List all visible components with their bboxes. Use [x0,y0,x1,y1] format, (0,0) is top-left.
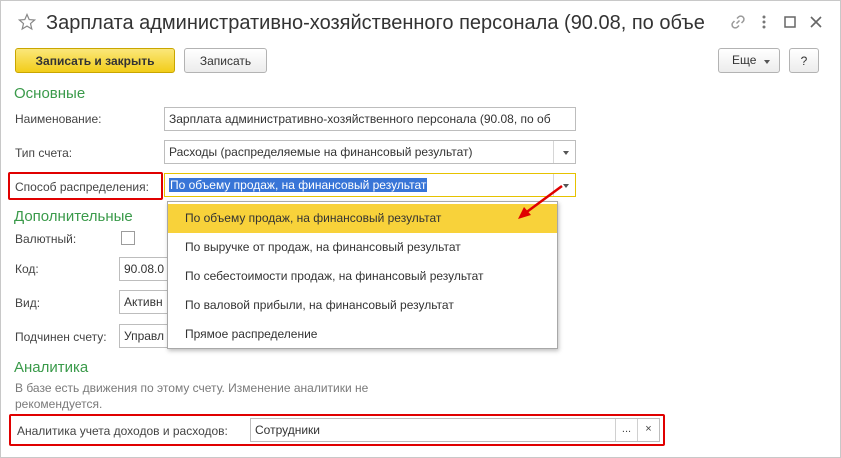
parent-label: Подчинен счету: [15,330,107,344]
favorite-star-icon[interactable] [18,13,36,31]
dropdown-item[interactable]: По объему продаж, на финансовый результа… [168,204,557,233]
currency-label: Валютный: [15,232,77,246]
account-type-select[interactable]: Расходы (распределяемые на финансовый ре… [164,140,576,164]
section-additional-title: Дополнительные [14,208,133,225]
maximize-icon[interactable] [782,14,798,30]
section-analytics-title: Аналитика [14,359,89,376]
distribution-value: По объему продаж, на финансовый результа… [169,178,428,192]
code-label: Код: [15,262,39,276]
analytics-clear-button[interactable]: × [637,419,659,441]
analytics-input[interactable]: Сотрудники ... × [250,418,660,442]
more-button[interactable]: Еще [718,48,780,73]
save-button[interactable]: Записать [184,48,267,73]
distribution-label: Способ распределения: [15,180,149,194]
dropdown-item[interactable]: По себестоимости продаж, на финансовый р… [168,262,557,291]
window-title: Зарплата административно-хозяйственного … [46,12,706,34]
section-main-title: Основные [14,85,86,102]
analytics-hint: В базе есть движения по этому счету. Изм… [15,381,369,411]
title-bar: Зарплата административно-хозяйственного … [0,0,841,44]
analytics-label: Аналитика учета доходов и расходов: [17,424,228,438]
chevron-down-icon [764,60,770,64]
annotation-arrow-icon [518,184,563,219]
help-button[interactable]: ? [789,48,819,73]
account-type-value: Расходы (распределяемые на финансовый ре… [169,145,473,159]
name-input[interactable]: Зарплата административно-хозяйственного … [164,107,576,131]
save-and-close-button[interactable]: Записать и закрыть [15,48,175,73]
dropdown-item[interactable]: По выручке от продаж, на финансовый резу… [168,233,557,262]
analytics-select-button[interactable]: ... [615,419,637,441]
close-icon[interactable] [808,14,824,30]
link-icon[interactable] [730,14,746,30]
account-type-label: Тип счета: [15,146,73,160]
kind-label: Вид: [15,296,41,310]
dropdown-item[interactable]: Прямое распределение [168,320,557,349]
analytics-value: Сотрудники [255,423,320,437]
distribution-dropdown-list: По объему продаж, на финансовый результа… [167,201,558,349]
dropdown-arrow-icon[interactable] [553,141,575,163]
name-label: Наименование: [15,112,102,126]
more-button-label: Еще [732,53,757,67]
more-dots-icon[interactable] [756,14,772,30]
currency-checkbox[interactable] [121,231,135,245]
dropdown-item[interactable]: По валовой прибыли, на финансовый резуль… [168,291,557,320]
